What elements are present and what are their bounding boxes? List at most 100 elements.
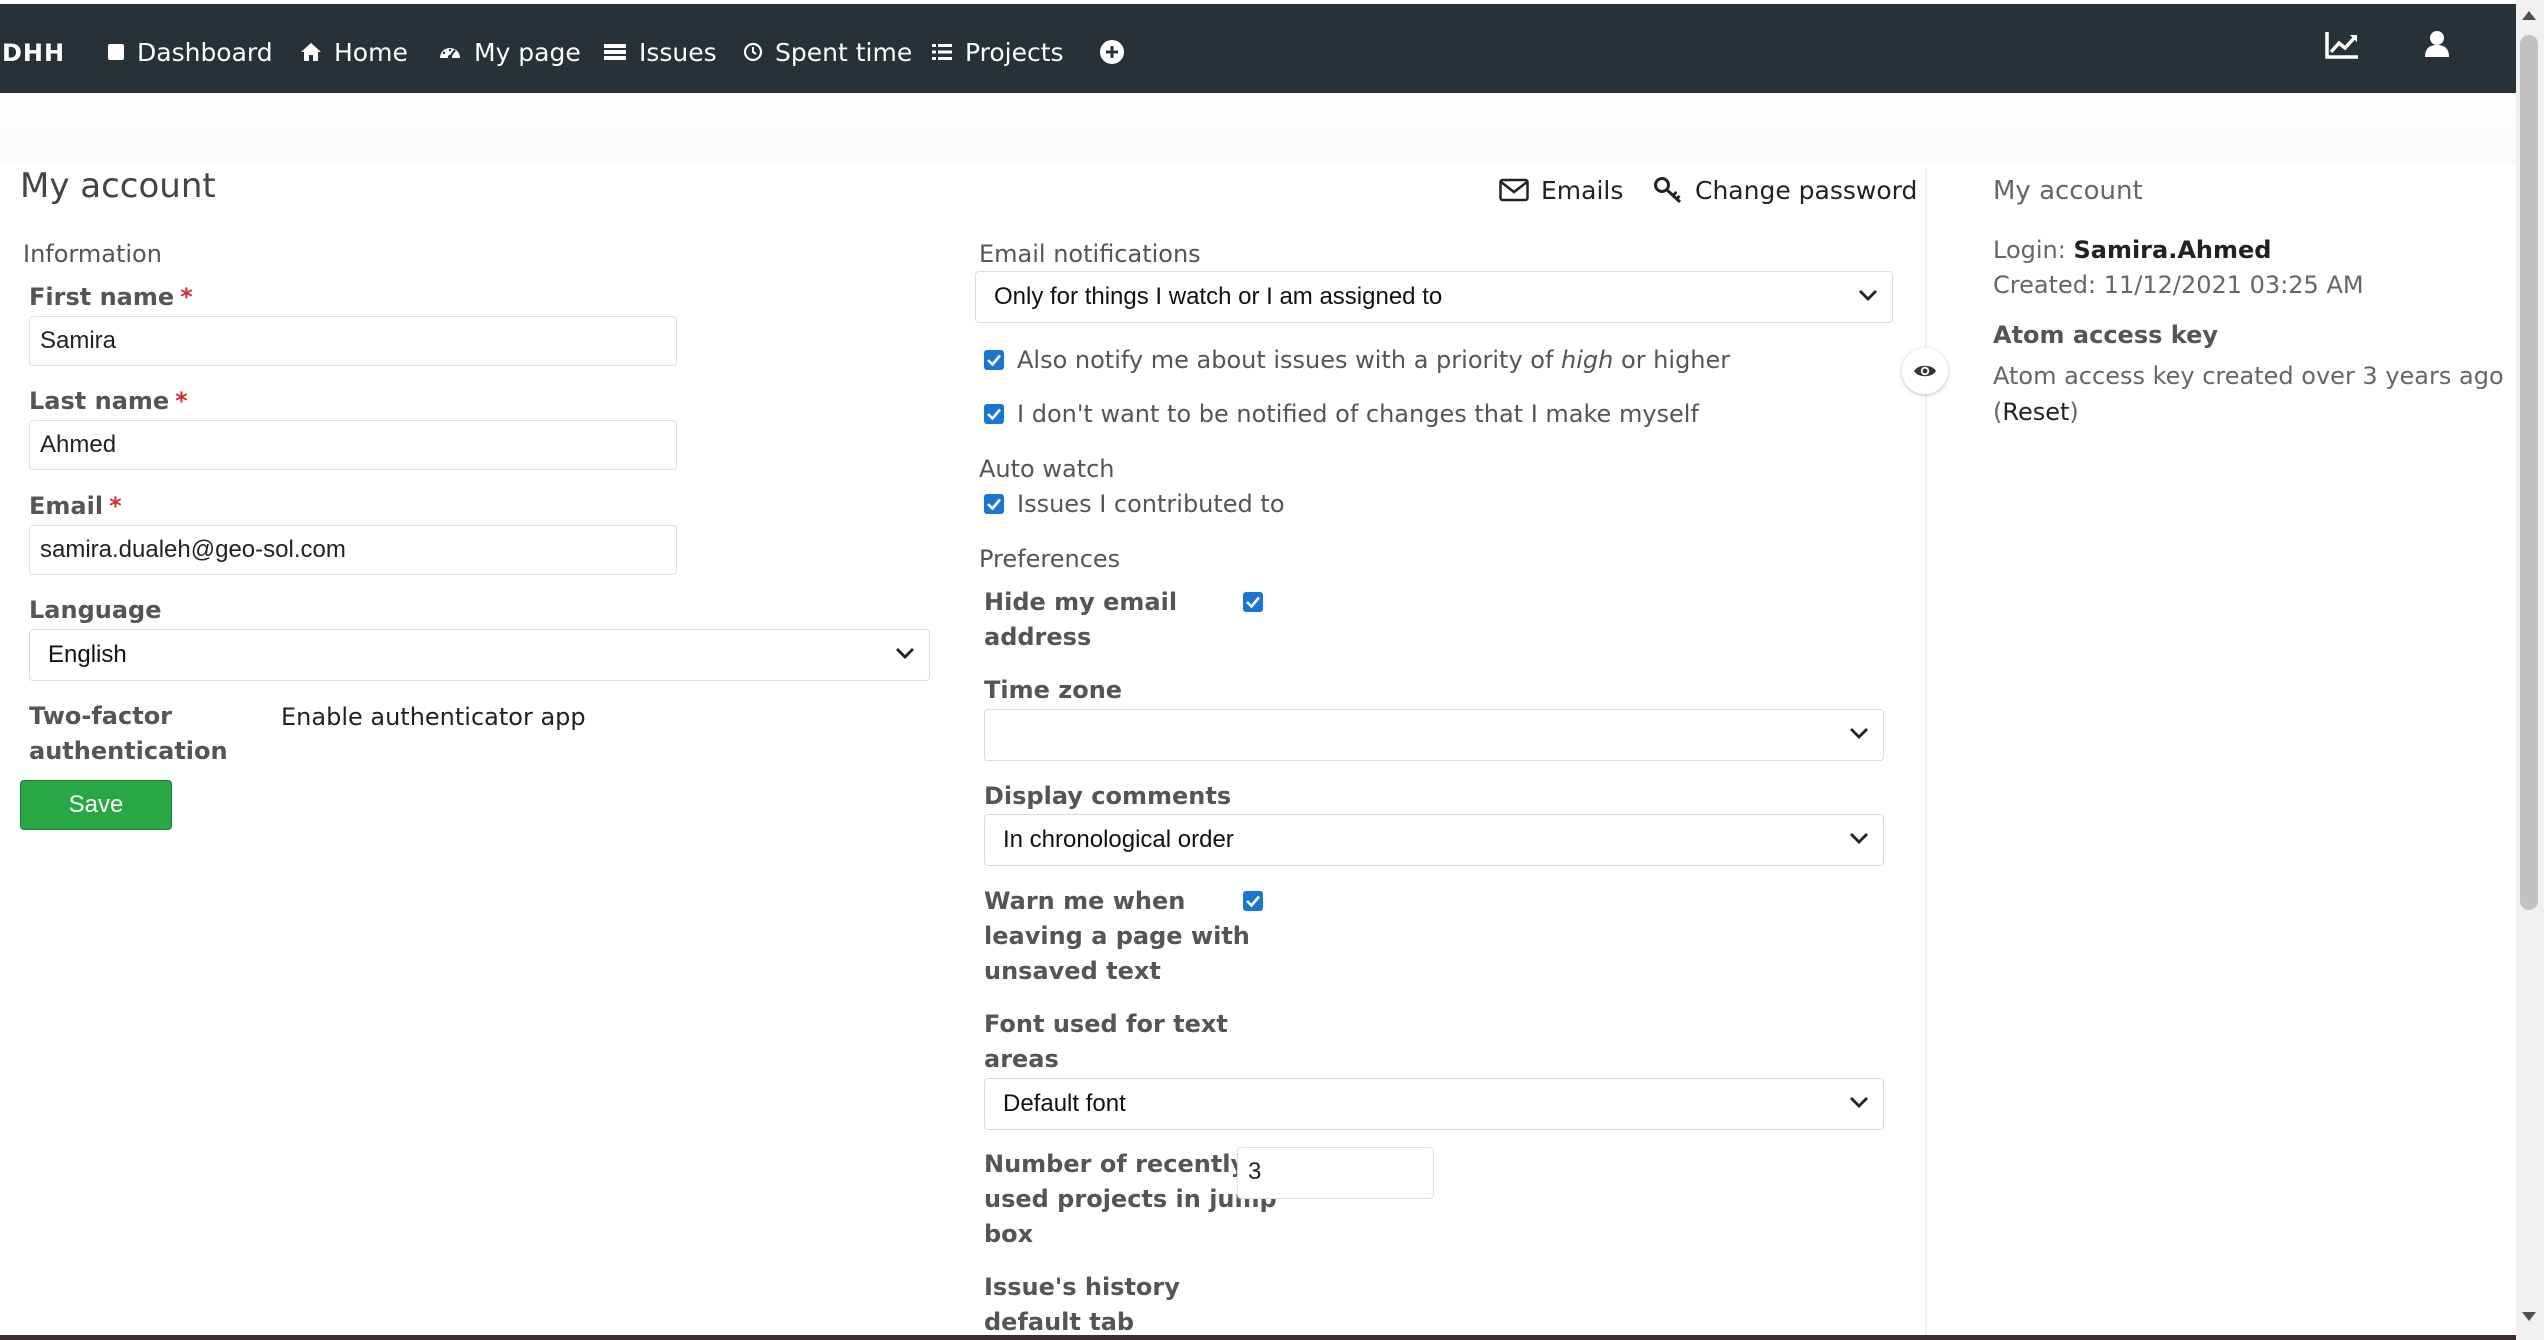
chevron-down-icon (1859, 290, 1877, 301)
information-legend: Information (23, 240, 162, 268)
sidebar-login: Login: Samira.Ahmed (1993, 236, 2272, 264)
history-tab-label: Issue's history default tab (984, 1273, 1180, 1336)
time-zone-label: Time zone (984, 676, 1123, 704)
chevron-down-icon (1850, 728, 1868, 739)
new-object-button[interactable] (1099, 34, 1137, 70)
page-title: My account (20, 166, 216, 206)
required-marker: * (180, 283, 193, 311)
checkmark-icon (987, 498, 1001, 511)
chevron-down-icon (1850, 1097, 1868, 1108)
sidebar-title: My account (1993, 176, 2143, 206)
dashboard-gauge-icon (440, 48, 460, 60)
nav-projects[interactable]: Projects (931, 34, 1064, 70)
nav-my-page[interactable]: My page (438, 34, 581, 70)
email-notifications-legend: Email notifications (979, 240, 1201, 268)
envelope-icon (1499, 178, 1529, 202)
checkmark-icon (1246, 895, 1260, 908)
font-label: Font used for text areas (984, 1010, 1228, 1073)
atom-key-heading: Atom access key (1993, 321, 2218, 349)
issues-list-icon (604, 44, 626, 60)
clock-icon (743, 42, 763, 62)
recent-projects-label: Number of recently used projects in jump… (984, 1150, 1277, 1248)
text-font-value: Default font (1003, 1090, 1126, 1117)
change-password-link[interactable]: Change password (1653, 172, 1917, 208)
time-zone-select[interactable] (984, 709, 1884, 761)
plus-circle-icon (1100, 40, 1124, 64)
first-name-field[interactable]: Samira (29, 316, 677, 366)
top-navigation-bar: DHH Dashboard Home My page Issues Spent … (0, 4, 2516, 93)
user-icon (2425, 31, 2449, 57)
last-name-label: Last name * (29, 387, 188, 415)
nav-dashboard[interactable]: Dashboard (107, 34, 273, 70)
auto-watch-contributed-label: Issues I contributed to (1017, 490, 1285, 518)
activity-button[interactable] (2324, 30, 2360, 64)
square-icon (108, 44, 124, 60)
sidebar-toggle-button[interactable] (1902, 348, 1948, 394)
sidebar-divider (1925, 168, 1927, 1340)
text-font-select[interactable]: Default font (984, 1078, 1884, 1130)
checkmark-icon (987, 354, 1001, 367)
page-header-band (0, 93, 2516, 163)
nav-home[interactable]: Home (300, 34, 408, 70)
email-label: Email * (29, 492, 122, 520)
preferences-legend: Preferences (979, 545, 1121, 573)
language-select[interactable]: English (29, 629, 930, 681)
auto-watch-contributed-checkbox[interactable] (984, 494, 1004, 514)
checkmark-icon (1246, 596, 1260, 609)
recent-projects-input[interactable]: 3 (1237, 1147, 1434, 1199)
nav-dashboard-label: Dashboard (137, 37, 273, 67)
chevron-down-icon (896, 648, 914, 659)
login-value: Samira.Ahmed (2073, 236, 2272, 264)
projects-list-icon (932, 44, 952, 60)
atom-key-reset: (Reset) (1993, 398, 2079, 426)
first-name-label: First name * (29, 283, 193, 311)
atom-key-status: Atom access key created over 3 years ago (1993, 362, 2504, 390)
required-marker: * (175, 387, 188, 415)
notify-high-priority-label: Also notify me about issues with a prior… (1017, 346, 1731, 374)
eye-icon (1914, 365, 1936, 377)
checkmark-icon (987, 408, 1001, 421)
home-icon (301, 43, 321, 61)
change-password-label: Change password (1695, 175, 1918, 205)
scroll-up-arrow-icon[interactable] (2520, 8, 2538, 22)
bottom-edge (0, 1335, 2516, 1340)
brand-logo[interactable]: DHH (2, 39, 65, 67)
two-factor-label: Two-factor authentication (29, 702, 228, 765)
email-notifications-select[interactable]: Only for things I watch or I am assigned… (975, 271, 1893, 323)
email-field[interactable]: samira.dualeh@geo-sol.com (29, 525, 677, 575)
emails-label: Emails (1541, 175, 1624, 205)
nav-spent-time-label: Spent time (775, 37, 913, 67)
notify-high-priority-checkbox[interactable] (984, 350, 1004, 370)
key-icon (1654, 177, 1682, 204)
hide-email-label: Hide my email address (984, 588, 1178, 651)
no-self-notified-checkbox[interactable] (984, 404, 1004, 424)
email-notifications-value: Only for things I watch or I am assigned… (994, 283, 1443, 310)
nav-projects-label: Projects (965, 37, 1064, 67)
required-marker: * (109, 492, 122, 520)
hide-email-checkbox[interactable] (1243, 592, 1263, 612)
language-label: Language (29, 596, 162, 624)
activity-chart-icon (2325, 32, 2358, 59)
language-select-value: English (48, 641, 127, 668)
chevron-down-icon (1850, 833, 1868, 844)
emails-link[interactable]: Emails (1499, 172, 1623, 208)
enable-authenticator-link[interactable]: Enable authenticator app (281, 703, 586, 731)
scroll-down-arrow-icon[interactable] (2520, 1310, 2538, 1324)
sidebar-created: Created: 11/12/2021 03:25 AM (1993, 271, 2364, 299)
nav-issues[interactable]: Issues (603, 34, 717, 70)
last-name-field[interactable]: Ahmed (29, 420, 677, 470)
save-button[interactable]: Save (20, 780, 172, 830)
display-comments-label: Display comments (984, 782, 1232, 810)
account-button[interactable] (2424, 30, 2450, 62)
nav-my-page-label: My page (474, 37, 581, 67)
warn-unsaved-label: Warn me when leaving a page with unsaved… (984, 887, 1250, 985)
nav-issues-label: Issues (639, 37, 717, 67)
scrollbar-thumb[interactable] (2520, 35, 2538, 910)
no-self-notified-label: I don't want to be notified of changes t… (1017, 400, 1699, 428)
nav-spent-time[interactable]: Spent time (743, 34, 912, 70)
auto-watch-legend: Auto watch (979, 455, 1115, 483)
display-comments-select[interactable]: In chronological order (984, 814, 1884, 866)
nav-home-label: Home (334, 37, 408, 67)
reset-link[interactable]: Reset (2002, 398, 2069, 426)
warn-unsaved-checkbox[interactable] (1243, 891, 1263, 911)
